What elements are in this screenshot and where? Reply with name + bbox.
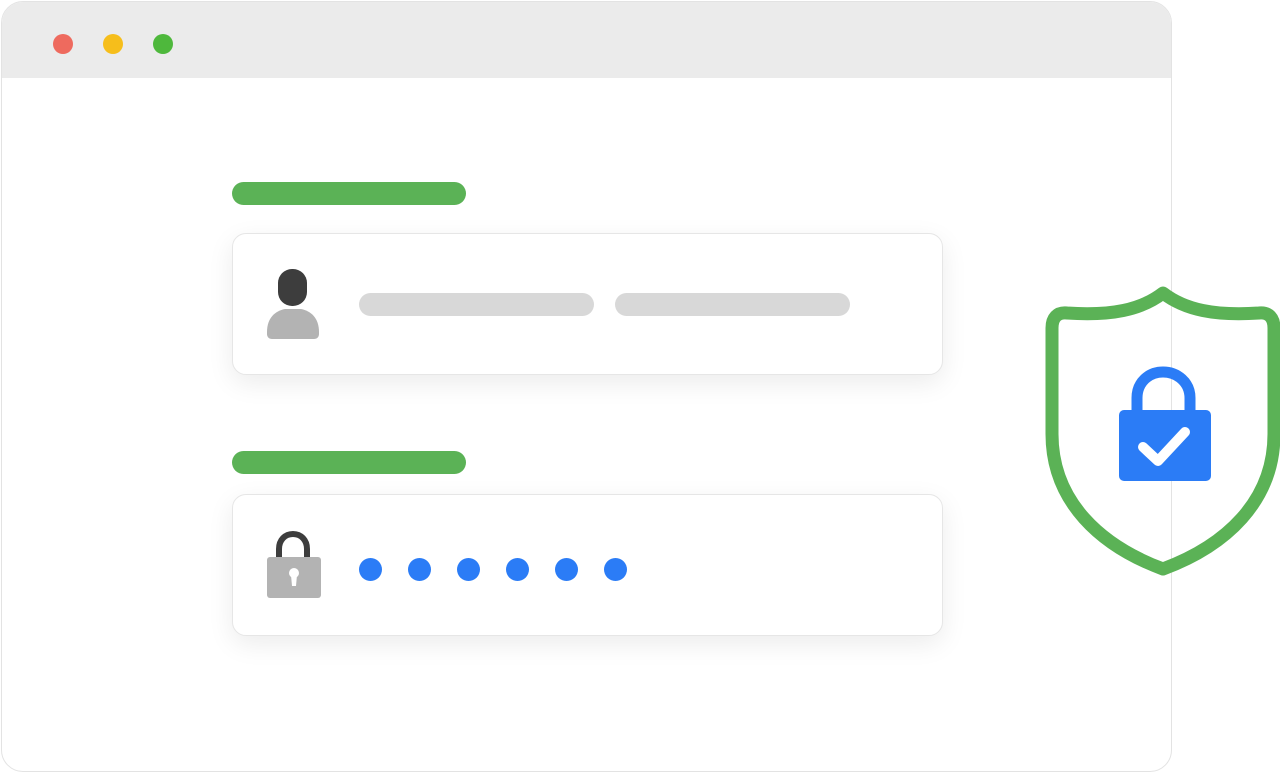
password-label <box>232 451 466 474</box>
username-value-placeholder <box>615 293 850 316</box>
password-mask-dot <box>604 558 627 581</box>
password-mask-dot <box>359 558 382 581</box>
browser-illustration: ●●●●●● <box>0 0 1280 773</box>
close-window-button[interactable] <box>53 34 73 54</box>
password-field[interactable]: ●●●●●● <box>232 494 943 636</box>
password-masked-value: ●●●●●● <box>359 558 627 581</box>
username-label <box>232 182 466 205</box>
shield-unlock-check-icon <box>1045 284 1280 578</box>
padlock-icon <box>265 529 321 601</box>
password-mask-dot <box>457 558 480 581</box>
title-bar <box>2 2 1171 78</box>
browser-window: ●●●●●● <box>1 1 1172 772</box>
password-masked-text: ●●●●●● <box>359 558 360 559</box>
maximize-window-button[interactable] <box>153 34 173 54</box>
username-field[interactable] <box>232 233 943 375</box>
username-value-placeholder <box>359 293 594 316</box>
password-mask-dot <box>408 558 431 581</box>
user-icon <box>265 268 321 340</box>
password-mask-dot <box>506 558 529 581</box>
password-mask-dot <box>555 558 578 581</box>
minimize-window-button[interactable] <box>103 34 123 54</box>
